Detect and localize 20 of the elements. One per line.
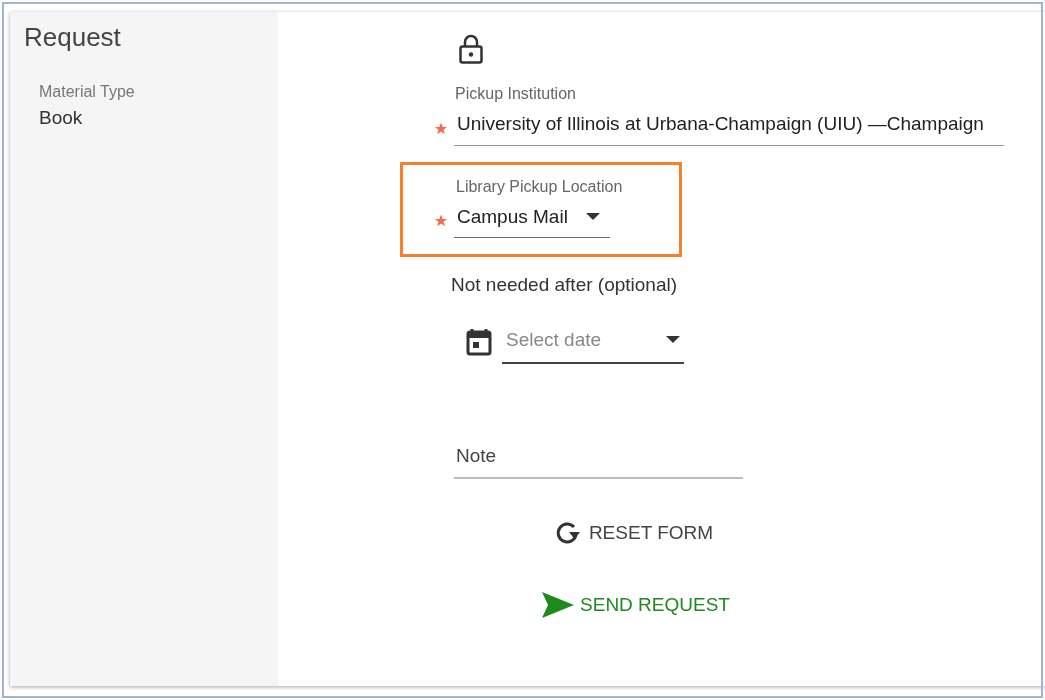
field-value: Book: [39, 106, 84, 130]
required-icon: [434, 214, 448, 228]
field-label: Library Pickup Location: [456, 176, 624, 197]
note-field[interactable]: Note: [454, 442, 743, 479]
refresh-icon: [554, 520, 581, 545]
field-label: Pickup Institution: [455, 84, 577, 104]
caret-icon: [666, 335, 680, 344]
select-field[interactable]: University of Illinois at Urbana-Champaign (UIU) —Champaign: [454, 110, 1004, 146]
panel-title: Request: [24, 24, 122, 50]
field-label: Material Type: [39, 82, 136, 102]
required-icon: [434, 121, 448, 136]
date-field[interactable]: Select date: [502, 325, 684, 364]
select-field[interactable]: Campus Mail: [454, 202, 610, 238]
field-label: Not needed after (optional): [451, 273, 679, 297]
calendar-icon: [466, 328, 492, 356]
send-icon: [542, 592, 575, 619]
reset-form-button[interactable]: RESET FORM: [554, 518, 714, 547]
lock-icon: [458, 34, 484, 64]
send-request-button[interactable]: SEND REQUEST: [542, 591, 730, 620]
caret-icon: [585, 212, 600, 221]
